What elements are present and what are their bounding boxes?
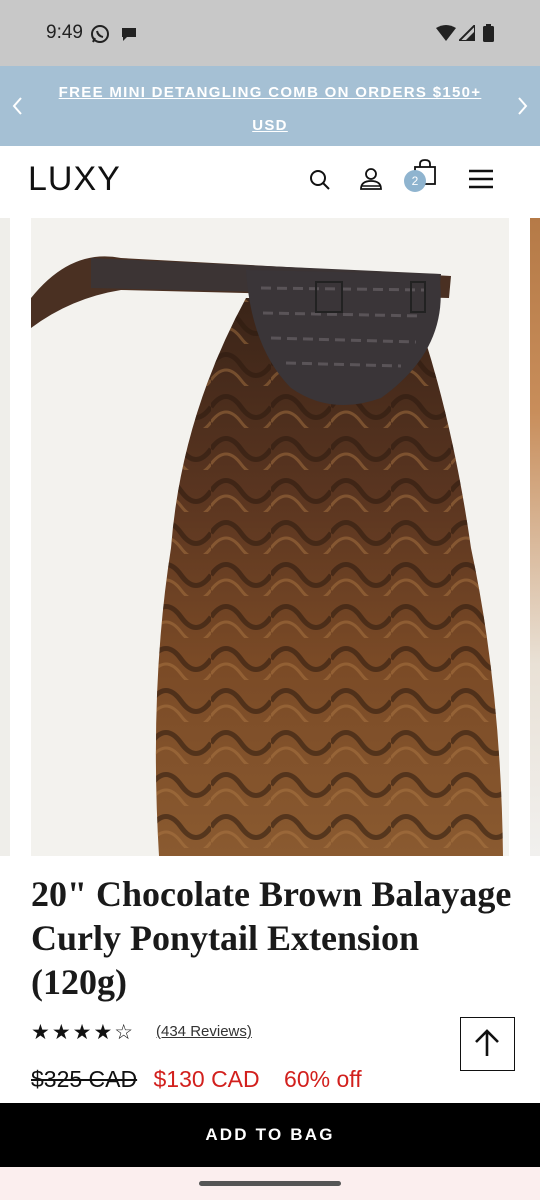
chat-icon bbox=[122, 28, 136, 41]
ponytail-hair-image bbox=[31, 218, 509, 856]
original-price: $325 CAD bbox=[31, 1066, 138, 1092]
search-icon[interactable] bbox=[308, 168, 332, 192]
promo-banner: FREE MINI DETANGLING COMB ON ORDERS $150… bbox=[0, 66, 540, 146]
product-title: 20" Chocolate Brown Balayage Curly Ponyt… bbox=[31, 874, 512, 1002]
menu-icon[interactable] bbox=[467, 168, 495, 190]
rating-stars[interactable]: ★★★★☆ bbox=[31, 1020, 135, 1045]
discount-label: 60% off bbox=[284, 1066, 362, 1092]
chevron-left-icon[interactable] bbox=[6, 92, 30, 120]
cart-count-badge[interactable]: 2 bbox=[404, 170, 426, 192]
arrow-up-icon bbox=[475, 1029, 499, 1056]
luxy-logo[interactable]: LUXY bbox=[28, 160, 121, 199]
reviews-link[interactable]: (434 Reviews) bbox=[156, 1023, 252, 1040]
add-to-bag-button[interactable]: ADD TO BAG bbox=[0, 1103, 540, 1167]
product-image[interactable] bbox=[31, 218, 509, 856]
status-bar: 9:49 bbox=[0, 0, 540, 66]
status-time: 9:49 bbox=[46, 22, 83, 43]
chevron-right-icon[interactable] bbox=[510, 92, 534, 120]
previous-image-peek[interactable] bbox=[0, 218, 10, 856]
price-row: $325 CAD $130 CAD 60% off bbox=[31, 1066, 362, 1093]
scroll-to-top-button[interactable] bbox=[460, 1017, 515, 1071]
whatsapp-icon bbox=[91, 25, 109, 43]
account-icon[interactable] bbox=[359, 166, 383, 192]
next-image-peek[interactable] bbox=[530, 218, 540, 856]
home-indicator[interactable] bbox=[199, 1181, 341, 1186]
sale-price: $130 CAD bbox=[153, 1066, 260, 1092]
wifi-icon bbox=[436, 25, 456, 41]
signal-icon bbox=[459, 25, 475, 41]
site-header: LUXY 2 bbox=[0, 146, 540, 218]
battery-icon bbox=[483, 24, 494, 42]
promo-text[interactable]: FREE MINI DETANGLING COMB ON ORDERS $150… bbox=[40, 76, 500, 142]
product-gallery[interactable] bbox=[0, 218, 540, 858]
